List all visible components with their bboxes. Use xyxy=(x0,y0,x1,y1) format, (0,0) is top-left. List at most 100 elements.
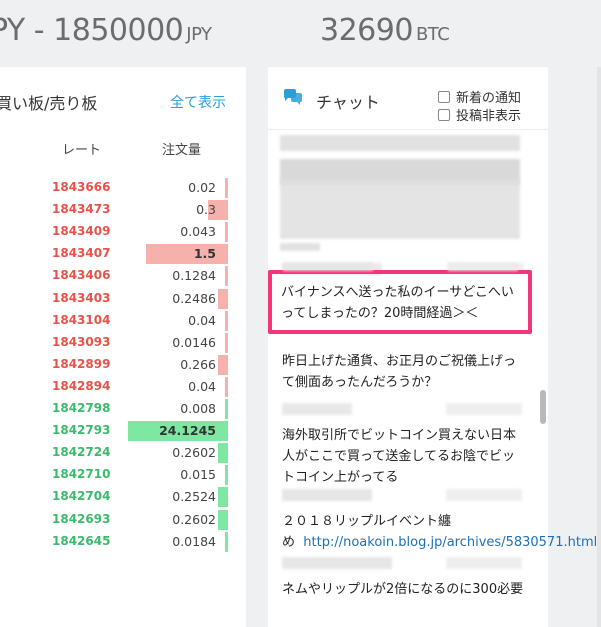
order-book-row: 1843093 0.0146 xyxy=(0,332,246,353)
hide-post-label: 投稿非表示 xyxy=(456,109,522,124)
blurred-username xyxy=(282,489,372,501)
order-qty: 0.2602 xyxy=(172,445,216,461)
order-rate[interactable]: 1842710 xyxy=(52,467,112,481)
order-book-row: 1842798 0.008 xyxy=(0,399,246,419)
order-qty: 0.266 xyxy=(180,356,216,372)
order-book-row: 1842710 0.015 xyxy=(0,465,246,486)
order-qty: 0.2486 xyxy=(172,290,216,306)
order-book-row: 1842645 0.0184 xyxy=(0,531,246,552)
price-jpy-value: 1850000 xyxy=(53,13,184,48)
chat-bubbles-icon xyxy=(284,89,302,105)
sell-depth-bar xyxy=(225,266,228,287)
order-qty: 0.0146 xyxy=(172,334,216,350)
sell-depth-bar xyxy=(225,376,228,397)
order-rate[interactable]: 1842798 xyxy=(52,401,112,415)
price-jpy-prefix: PY - xyxy=(0,13,45,48)
qty-column-header: 注文量 xyxy=(162,143,202,158)
chat-scrollbar-thumb[interactable] xyxy=(540,390,546,424)
order-qty: 0.2602 xyxy=(172,511,216,527)
chat-header: チャット 新着の通知 投稿非表示 xyxy=(268,67,548,129)
blurred-username xyxy=(282,557,392,569)
order-rate[interactable]: 1843407 xyxy=(52,246,112,260)
order-rate[interactable]: 1843473 xyxy=(52,202,112,216)
blurred-timestamp xyxy=(448,262,518,271)
chat-message: ２０１８リップルイベント纏め http://noakoin.blog.jp/ar… xyxy=(282,511,597,553)
blurred-timestamp xyxy=(446,557,522,569)
order-rate[interactable]: 1842645 xyxy=(52,534,112,548)
highlighted-chat-message: バイナンスへ送った私のイーサどこへいってしまったの？20時間経過＞＜ xyxy=(281,285,514,321)
chat-divider xyxy=(268,129,548,130)
order-book-row: 1842899 0.266 xyxy=(0,354,246,375)
hide-post-checkbox[interactable] xyxy=(438,109,450,121)
chat-message: 昨日上げた通貨、お正月のご祝儀上げって側面あったんだろうか？ xyxy=(282,354,517,390)
order-book-row: 1843403 0.2486 xyxy=(0,288,246,309)
order-book-row: 1843473 0.3 xyxy=(0,200,246,221)
chat-panel: チャット 新着の通知 投稿非表示 昨日上げた通貨、お正月のご祝儀上げって側面あっ… xyxy=(268,67,597,627)
buy-depth-bar xyxy=(218,443,228,464)
notify-checkbox[interactable] xyxy=(438,91,450,103)
order-rate[interactable]: 1843093 xyxy=(52,335,112,349)
order-qty: 0.043 xyxy=(180,224,216,240)
order-rate[interactable]: 1843104 xyxy=(52,313,112,327)
hide-post-option[interactable]: 投稿非表示 xyxy=(438,105,521,124)
order-book-row: 1843104 0.04 xyxy=(0,310,246,331)
blurred-timestamp xyxy=(446,489,522,501)
price-header: PY - 1850000JPY 32690BTC xyxy=(0,0,601,66)
order-rate[interactable]: 1843406 xyxy=(52,268,112,282)
order-qty: 0.015 xyxy=(180,467,216,483)
sell-depth-bar xyxy=(225,332,228,353)
price-btc-unit: BTC xyxy=(415,24,450,45)
order-rate[interactable]: 1843403 xyxy=(52,291,112,305)
chat-message: 海外取引所でビットコイン買えない日本人がここで買って送金してるお陰でビットコイン… xyxy=(282,428,517,485)
order-book-row: 1842693 0.2602 xyxy=(0,509,246,530)
order-book-title: 買い板/売り板 xyxy=(0,94,98,113)
notify-option[interactable]: 新着の通知 xyxy=(438,87,521,106)
rate-column-header: レート xyxy=(62,143,102,158)
chat-title: チャット xyxy=(316,93,380,112)
price-btc: 32690 BTC xyxy=(320,13,450,48)
order-qty: 0.0184 xyxy=(172,533,216,549)
order-qty: 24.1245 xyxy=(159,423,216,439)
blurred-username xyxy=(282,403,352,415)
order-qty: 0.008 xyxy=(180,401,216,416)
sell-depth-bar xyxy=(225,178,228,198)
order-book-row: 1843406 0.1284 xyxy=(0,266,246,287)
sell-depth-bar xyxy=(225,310,228,331)
order-rate[interactable]: 1842693 xyxy=(52,512,112,526)
order-qty: 0.3 xyxy=(196,202,216,218)
blurred-content xyxy=(280,243,320,251)
order-rate[interactable]: 1842793 xyxy=(52,423,112,437)
buy-depth-bar xyxy=(225,465,228,486)
order-rate[interactable]: 1842724 xyxy=(52,445,112,459)
sell-depth-bar xyxy=(218,288,228,309)
order-book-row: 1842793 24.1245 xyxy=(0,421,246,442)
price-jpy: PY - 1850000JPY xyxy=(0,13,212,48)
order-book-row: 1842724 0.2602 xyxy=(0,443,246,464)
buy-depth-bar xyxy=(218,509,228,530)
notify-label: 新着の通知 xyxy=(456,91,522,106)
order-book-row: 1843666 0.02 xyxy=(0,178,246,198)
order-book-row: 1843409 0.043 xyxy=(0,222,246,243)
blurred-timestamp xyxy=(446,403,522,415)
buy-depth-bar xyxy=(225,531,228,552)
blurred-content xyxy=(280,179,520,239)
order-rate[interactable]: 1842704 xyxy=(52,489,112,503)
blurred-username xyxy=(283,262,373,271)
order-book-panel: 買い板/売り板 全て表示 レート 注文量 1843666 0.02 1843473 0… xyxy=(0,67,246,627)
sell-depth-bar xyxy=(225,222,228,243)
order-rate[interactable]: 1843666 xyxy=(52,180,112,194)
buy-depth-bar xyxy=(218,487,228,508)
chat-message-link[interactable]: http://noakoin.blog.jp/archives/5830571.… xyxy=(303,535,597,550)
order-rate[interactable]: 1843409 xyxy=(52,224,112,238)
order-qty: 0.2524 xyxy=(172,489,216,505)
show-all-link[interactable]: 全て表示 xyxy=(170,92,226,112)
order-book-row: 1842894 0.04 xyxy=(0,376,246,397)
order-rate[interactable]: 1842894 xyxy=(52,379,112,393)
blurred-username xyxy=(280,135,520,151)
order-qty: 0.02 xyxy=(188,180,216,195)
order-rate[interactable]: 1842899 xyxy=(52,357,112,371)
order-qty: 1.5 xyxy=(193,246,216,262)
page-scrollbar[interactable] xyxy=(597,67,601,627)
sell-depth-bar xyxy=(218,354,228,375)
order-book-row: 1842704 0.2524 xyxy=(0,487,246,508)
